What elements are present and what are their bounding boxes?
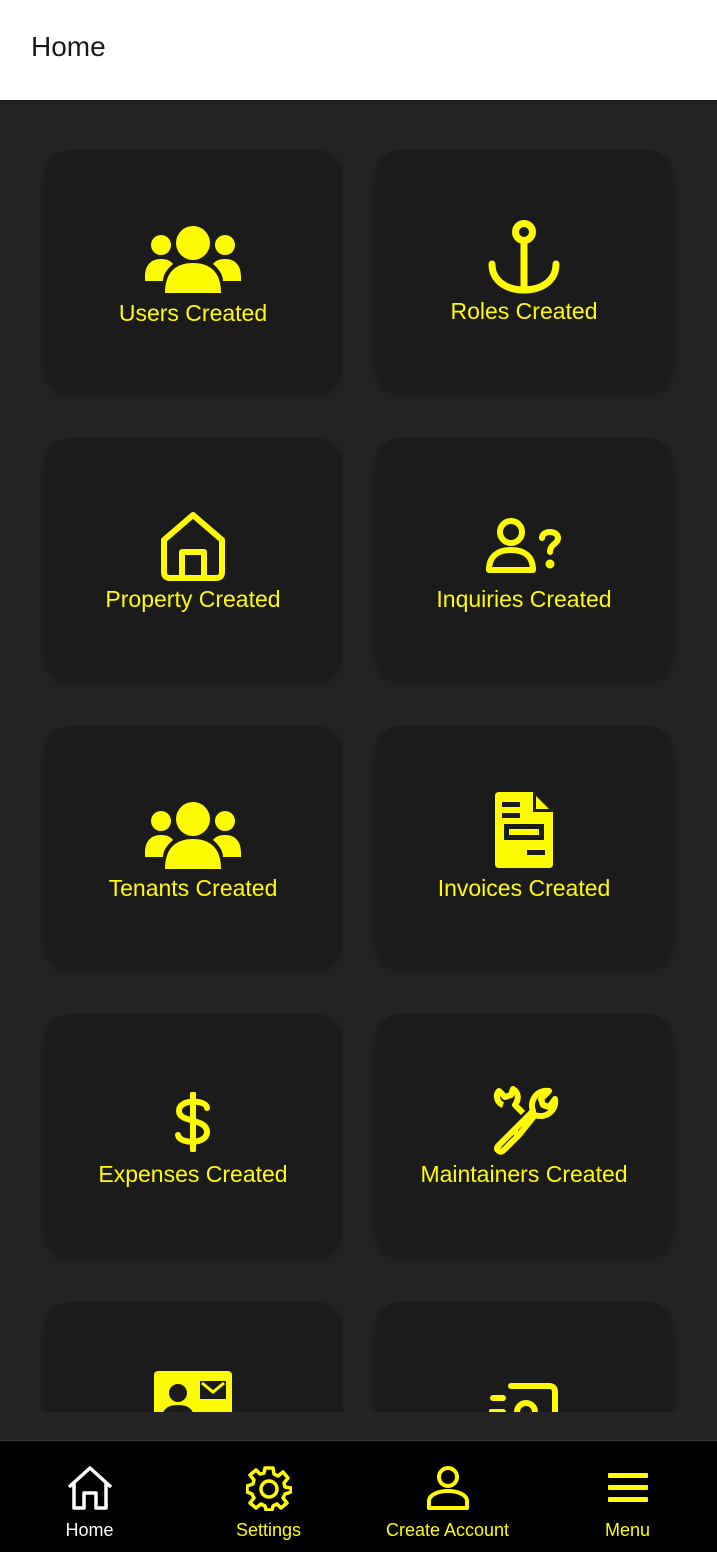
card-users-created[interactable]: Users Created [44, 150, 342, 393]
card-label: Tenants Created [108, 875, 278, 901]
home-icon [143, 506, 243, 586]
gear-icon [244, 1463, 294, 1513]
nav-item-settings[interactable]: Settings [179, 1441, 358, 1552]
card-maintainers-created[interactable]: Maintainers Created [375, 1014, 673, 1257]
contact-card-icon [143, 1362, 243, 1412]
anchor-icon [474, 218, 574, 298]
card-label: Property Created [105, 586, 281, 612]
card-label: Expenses Created [98, 1161, 288, 1187]
user-question-icon [474, 506, 574, 586]
nav-item-create-account[interactable]: Create Account [358, 1441, 537, 1552]
card-expenses-created[interactable]: Expenses Created [44, 1014, 342, 1257]
card-label: Maintainers Created [420, 1161, 628, 1187]
person-icon [423, 1463, 473, 1513]
home-outline-icon [65, 1463, 115, 1513]
app-header: Home [0, 0, 717, 100]
nav-label: Home [65, 1520, 114, 1540]
invoice-icon [474, 790, 574, 870]
card-label: Invoices Created [437, 875, 611, 901]
card-label: Users Created [118, 300, 268, 326]
card-label: Roles Created [450, 298, 598, 324]
card-invoices-created[interactable]: Invoices Created [375, 726, 673, 969]
card-tenants-created[interactable]: Tenants Created [44, 726, 342, 969]
card-label: Inquiries Created [436, 586, 612, 612]
users-icon [143, 218, 243, 298]
card-inquiries-created[interactable]: Inquiries Created [375, 438, 673, 681]
card-contacts[interactable] [44, 1302, 342, 1412]
menu-icon [603, 1463, 653, 1513]
users-icon [143, 794, 243, 874]
card-property-created[interactable]: Property Created [44, 438, 342, 681]
card-payments[interactable] [375, 1302, 673, 1412]
money-icon [474, 1370, 574, 1412]
page-title: Home [31, 31, 106, 62]
wrench-icon [474, 1080, 574, 1160]
dashboard-grid[interactable]: Users Created Roles Created Property Cre… [0, 100, 717, 1412]
nav-label: Menu [604, 1520, 651, 1540]
card-roles-created[interactable]: Roles Created [375, 150, 673, 393]
nav-item-menu[interactable]: Menu [538, 1441, 717, 1552]
bottom-nav: Home Settings Create Account Menu [0, 1440, 717, 1552]
dollar-icon [143, 1082, 243, 1162]
nav-label: Create Account [385, 1520, 510, 1540]
nav-label: Settings [235, 1520, 302, 1540]
nav-item-home[interactable]: Home [0, 1441, 179, 1552]
